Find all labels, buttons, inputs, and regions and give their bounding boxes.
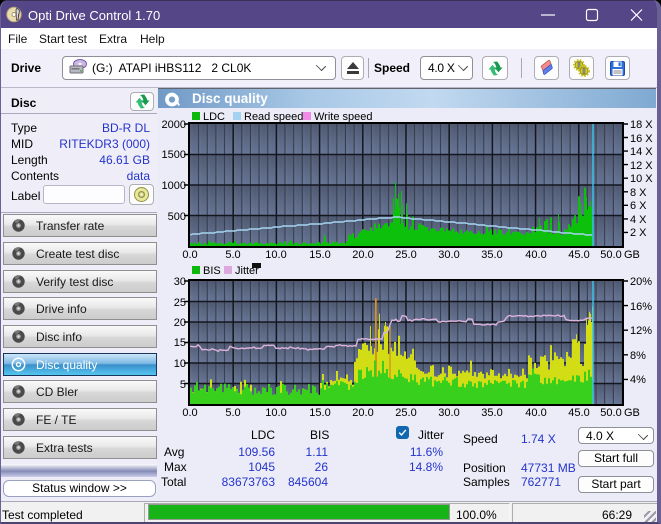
svg-text:GB: GB: [624, 407, 640, 419]
svg-text:0.0: 0.0: [182, 249, 197, 261]
svg-text:25.0: 25.0: [395, 249, 416, 261]
svg-text:12%: 12%: [630, 325, 652, 337]
svg-text:2000: 2000: [162, 119, 186, 131]
svg-text:10: 10: [174, 358, 186, 370]
svg-text:8%: 8%: [630, 350, 646, 362]
svg-text:40.0: 40.0: [525, 407, 546, 419]
svg-text:30.0: 30.0: [438, 249, 459, 261]
svg-text:30.0: 30.0: [438, 407, 459, 419]
svg-text:Read speed: Read speed: [244, 111, 303, 123]
svg-text:15.0: 15.0: [309, 407, 330, 419]
svg-text:0.0: 0.0: [182, 407, 197, 419]
svg-text:16%: 16%: [630, 301, 652, 313]
svg-text:16 X: 16 X: [630, 133, 653, 145]
svg-text:45.0: 45.0: [568, 249, 589, 261]
svg-text:14 X: 14 X: [630, 146, 653, 158]
svg-text:Disc quality: Disc quality: [192, 91, 268, 106]
svg-text:BIS: BIS: [203, 265, 221, 277]
svg-text:20.0: 20.0: [352, 249, 373, 261]
svg-text:30: 30: [174, 276, 186, 288]
svg-text:20.0: 20.0: [352, 407, 373, 419]
svg-text:LDC: LDC: [203, 111, 225, 123]
svg-text:10 X: 10 X: [630, 173, 653, 185]
svg-text:8 X: 8 X: [630, 187, 647, 199]
svg-text:35.0: 35.0: [481, 249, 502, 261]
svg-text:10.0: 10.0: [265, 407, 286, 419]
svg-text:6 X: 6 X: [630, 200, 647, 212]
svg-text:45.0: 45.0: [568, 407, 589, 419]
svg-text:5: 5: [180, 379, 186, 391]
svg-text:12 X: 12 X: [630, 160, 653, 172]
svg-text:4%: 4%: [630, 374, 646, 386]
svg-text:5.0: 5.0: [225, 407, 240, 419]
svg-text:1000: 1000: [162, 180, 186, 192]
svg-text:4 X: 4 X: [630, 214, 647, 226]
svg-text:25.0: 25.0: [395, 407, 416, 419]
svg-text:2 X: 2 X: [630, 227, 647, 239]
svg-text:GB: GB: [624, 249, 640, 261]
svg-text:5.0: 5.0: [225, 249, 240, 261]
svg-text:18 X: 18 X: [630, 119, 653, 131]
svg-text:10.0: 10.0: [265, 249, 286, 261]
svg-text:20%: 20%: [630, 276, 652, 288]
svg-text:25: 25: [174, 297, 186, 309]
svg-text:500: 500: [168, 211, 186, 223]
svg-text:35.0: 35.0: [481, 407, 502, 419]
svg-text:20: 20: [174, 317, 186, 329]
svg-text:50.0: 50.0: [600, 407, 621, 419]
svg-text:1500: 1500: [162, 149, 186, 161]
svg-text:15.0: 15.0: [309, 249, 330, 261]
svg-text:50.0: 50.0: [600, 249, 621, 261]
svg-text:15: 15: [174, 337, 186, 349]
svg-text:40.0: 40.0: [525, 249, 546, 261]
svg-text:Write speed: Write speed: [314, 111, 373, 123]
